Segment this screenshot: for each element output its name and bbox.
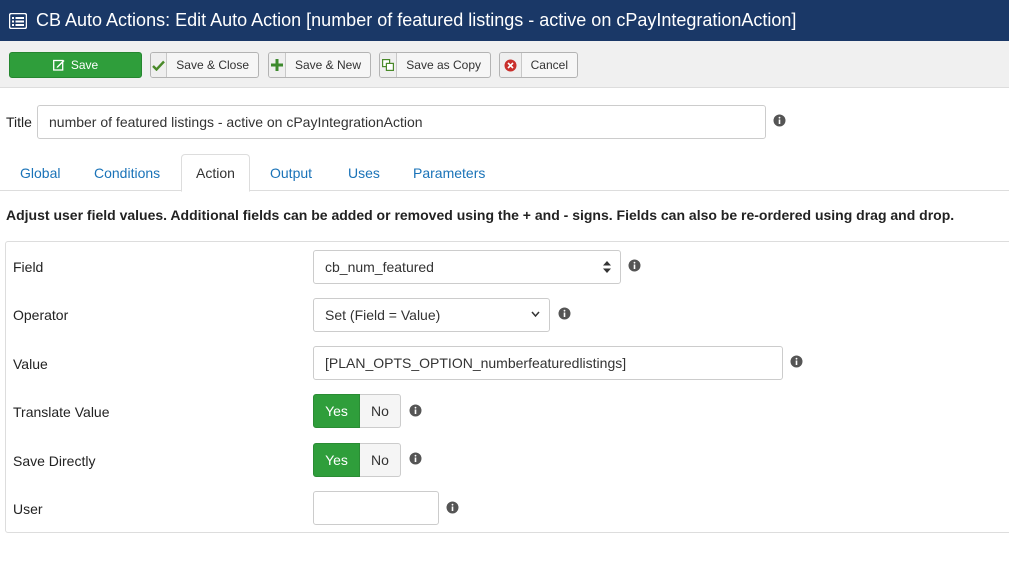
- action-form-panel: Field cb_num_featured Operator Set (Fiel…: [5, 241, 1009, 533]
- tab-parameters[interactable]: Parameters: [399, 154, 499, 191]
- cancel-circle-icon: [500, 53, 522, 77]
- tab-action[interactable]: Action: [181, 154, 250, 192]
- save-label: Save: [70, 58, 99, 72]
- tab-bar: Global Conditions Action Output Uses Par…: [0, 154, 1009, 192]
- save-directly-label: Save Directly: [13, 453, 96, 469]
- edit-icon: [52, 53, 65, 77]
- translate-yes-button[interactable]: Yes: [313, 394, 360, 428]
- save-copy-button[interactable]: Save as Copy: [379, 52, 491, 78]
- title-row: Title number of featured listings - acti…: [0, 105, 1009, 139]
- field-select-value: cb_num_featured: [325, 259, 434, 275]
- save-directly-info-icon[interactable]: [409, 452, 422, 465]
- action-description: Adjust user field values. Additional fie…: [6, 207, 955, 223]
- page-title: CB Auto Actions: Edit Auto Action [numbe…: [36, 10, 797, 30]
- save-directly-yes-button[interactable]: Yes: [313, 443, 360, 477]
- chevron-down-icon: [531, 311, 540, 318]
- user-info-icon[interactable]: [446, 501, 459, 514]
- operator-info-icon[interactable]: [558, 307, 571, 320]
- operator-select-value: Set (Field = Value): [325, 307, 441, 323]
- tab-uses[interactable]: Uses: [334, 154, 394, 191]
- toolbar: Save Save & Close Save & New Save as Cop…: [0, 41, 1009, 88]
- tab-output[interactable]: Output: [256, 154, 326, 191]
- field-info-icon[interactable]: [628, 259, 641, 272]
- translate-no-button[interactable]: No: [360, 394, 401, 428]
- value-input[interactable]: [PLAN_OPTS_OPTION_numberfeaturedlistings…: [313, 346, 783, 380]
- check-icon: [151, 53, 168, 77]
- updown-arrow-icon: [603, 261, 611, 273]
- operator-label: Operator: [13, 307, 69, 323]
- tab-global[interactable]: Global: [6, 154, 74, 191]
- save-directly-no-button[interactable]: No: [360, 443, 401, 477]
- plus-icon: [269, 53, 286, 77]
- user-label: User: [13, 501, 43, 517]
- operator-select[interactable]: Set (Field = Value): [313, 298, 550, 332]
- save-new-button[interactable]: Save & New: [268, 52, 371, 78]
- value-label: Value: [13, 356, 48, 372]
- save-close-label: Save & Close: [176, 58, 249, 72]
- save-button[interactable]: Save: [9, 52, 142, 78]
- value-info-icon[interactable]: [790, 355, 803, 368]
- title-label: Title: [6, 114, 32, 130]
- copy-icon: [380, 53, 398, 77]
- field-select[interactable]: cb_num_featured: [313, 250, 621, 284]
- page-header: CB Auto Actions: Edit Auto Action [numbe…: [0, 0, 1009, 41]
- info-icon[interactable]: [773, 114, 786, 127]
- translate-info-icon[interactable]: [409, 404, 422, 417]
- save-copy-label: Save as Copy: [406, 58, 481, 72]
- save-directly-toggle: Yes No: [313, 443, 401, 477]
- tab-conditions[interactable]: Conditions: [80, 154, 174, 191]
- save-new-label: Save & New: [294, 58, 361, 72]
- list-icon: [9, 12, 27, 29]
- translate-value-label: Translate Value: [13, 404, 110, 420]
- title-input[interactable]: number of featured listings - active on …: [37, 105, 766, 139]
- user-input[interactable]: [313, 491, 439, 525]
- cancel-label: Cancel: [530, 58, 568, 72]
- cancel-button[interactable]: Cancel: [499, 52, 578, 78]
- field-label: Field: [13, 259, 44, 275]
- translate-value-toggle: Yes No: [313, 394, 401, 428]
- save-close-button[interactable]: Save & Close: [150, 52, 259, 78]
